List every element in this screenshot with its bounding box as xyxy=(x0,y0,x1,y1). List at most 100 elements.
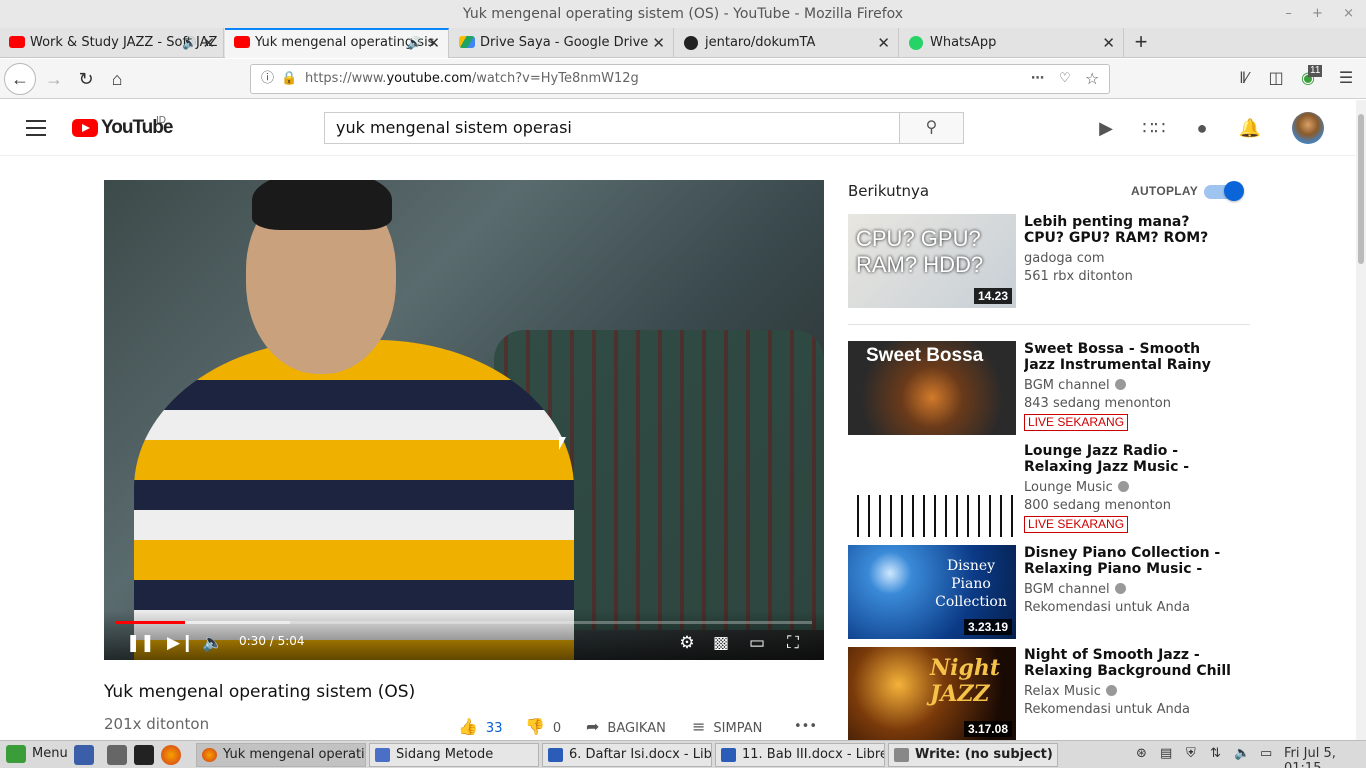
pocket-icon[interactable]: ♡ xyxy=(1059,65,1071,93)
info-icon[interactable]: ⓘ xyxy=(261,65,274,93)
avatar[interactable] xyxy=(1292,112,1324,144)
video-thumbnail[interactable]: JAZZ MUSIC xyxy=(848,443,1016,537)
forward-button[interactable]: → xyxy=(40,65,68,93)
autoplay-toggle[interactable] xyxy=(1204,181,1244,201)
video-progress-bar[interactable] xyxy=(116,621,812,624)
video-thumbnail[interactable]: CPU? GPU? RAM? HDD? 14.23 xyxy=(848,214,1016,308)
search-input[interactable]: yuk mengenal sistem operasi xyxy=(324,112,900,144)
recommended-video[interactable]: CPU? GPU? RAM? HDD? 14.23 Lebih penting … xyxy=(848,214,1250,308)
create-video-icon[interactable]: ▶︎ xyxy=(1094,116,1118,140)
taskbar-item-write[interactable]: Write: (no subject) xyxy=(888,743,1058,767)
video-meta: Rekomendasi untuk Anda xyxy=(1024,600,1190,615)
channel-name[interactable]: Relax Music xyxy=(1024,684,1117,699)
close-tab-icon[interactable]: ✕ xyxy=(202,28,215,58)
channel-label: BGM channel xyxy=(1024,582,1110,597)
channel-name[interactable]: Lounge Music xyxy=(1024,480,1129,495)
tab-whatsapp[interactable]: WhatsApp ✕ xyxy=(900,28,1124,58)
taskbar-item-daftar-isi[interactable]: 6. Daftar Isi.docx - Libr... xyxy=(542,743,712,767)
scrollbar-thumb[interactable] xyxy=(1358,114,1364,264)
back-button[interactable]: ← xyxy=(4,63,36,95)
taskbar-item-sidang-metode[interactable]: Sidang Metode xyxy=(369,743,539,767)
recommended-title[interactable]: Lounge Jazz Radio - Relaxing Jazz Music … xyxy=(1024,443,1234,475)
url-bar[interactable]: ⓘ 🔒 https://www.youtube.com/watch?v=HyTe… xyxy=(250,64,1110,94)
page-actions-icon[interactable]: ⋯ xyxy=(1031,65,1044,93)
bookmark-star-icon[interactable]: ☆ xyxy=(1085,65,1099,93)
recommended-video[interactable]: Night JAZZ 3.17.08 Night of Smooth Jazz … xyxy=(848,647,1250,741)
recommended-title[interactable]: Night of Smooth Jazz - Relaxing Backgrou… xyxy=(1024,647,1234,679)
bluetooth-icon[interactable]: ⊛ xyxy=(1136,746,1147,761)
clock[interactable]: Fri Jul 5, 01:15 xyxy=(1284,746,1366,768)
reload-button[interactable]: ↻ xyxy=(72,65,100,93)
video-thumbnail[interactable]: Sweet Bossa xyxy=(848,341,1016,435)
google-drive-favicon-icon xyxy=(459,36,475,48)
recommended-title[interactable]: Sweet Bossa - Smooth Jazz Instrumental R… xyxy=(1024,341,1234,373)
taskbar-item-firefox[interactable]: Yuk mengenal operati... xyxy=(196,743,366,767)
channel-name[interactable]: BGM channel xyxy=(1024,378,1126,393)
speaker-icon[interactable]: 🔊 xyxy=(407,30,422,56)
like-button[interactable]: 👍 33 xyxy=(458,717,502,739)
thumbnail-text: Sweet Bossa xyxy=(866,345,984,366)
messages-icon[interactable]: ● xyxy=(1190,116,1214,140)
volume-button[interactable]: 🔈 xyxy=(200,632,226,654)
channel-name[interactable]: gadoga com xyxy=(1024,251,1105,266)
maximize-button[interactable]: + xyxy=(1312,6,1323,21)
close-tab-icon[interactable]: ✕ xyxy=(652,28,665,58)
firefox-launcher-icon[interactable] xyxy=(161,745,181,765)
new-tab-button[interactable]: + xyxy=(1128,28,1154,58)
more-actions-button[interactable]: ••• xyxy=(794,717,817,737)
apps-grid-icon[interactable]: ∷∷ xyxy=(1142,116,1166,140)
next-video-button[interactable]: ▶❙ xyxy=(167,632,194,654)
show-desktop-icon[interactable] xyxy=(74,745,94,765)
file-manager-icon[interactable] xyxy=(107,745,127,765)
home-button[interactable]: ⌂ xyxy=(103,65,131,93)
library-icon[interactable]: ‖⁄ xyxy=(1230,65,1258,93)
recommended-title[interactable]: Disney Piano Collection - Relaxing Piano… xyxy=(1024,545,1234,577)
save-button[interactable]: ≡ SIMPAN xyxy=(692,717,762,739)
channel-name[interactable]: BGM channel xyxy=(1024,582,1126,597)
open-menu-icon[interactable]: ☰ xyxy=(1332,65,1360,93)
recommended-video[interactable]: Disney Piano Collection 3.23.19 Disney P… xyxy=(848,545,1250,639)
battery-icon[interactable]: ▭ xyxy=(1260,746,1272,761)
menu-button[interactable]: Menu xyxy=(32,746,68,761)
mint-menu-icon[interactable] xyxy=(6,745,26,763)
window-titlebar: Yuk mengenal operating sistem (OS) - You… xyxy=(0,0,1366,28)
network-icon[interactable]: ⇅ xyxy=(1210,746,1221,761)
fullscreen-button[interactable]: ⛶ xyxy=(780,632,806,654)
sidebar-icon[interactable]: ◫ xyxy=(1262,65,1290,93)
recommended-title[interactable]: Lebih penting mana? CPU? GPU? RAM? ROM? … xyxy=(1024,214,1234,246)
video-thumbnail[interactable]: Disney Piano Collection 3.23.19 xyxy=(848,545,1016,639)
share-button[interactable]: ➦ BAGIKAN xyxy=(586,717,666,739)
volume-icon[interactable]: 🔈 xyxy=(1234,746,1250,761)
recommended-video[interactable]: JAZZ MUSIC Lounge Jazz Radio - Relaxing … xyxy=(848,443,1250,537)
dislike-count: 0 xyxy=(552,721,562,736)
tab-google-drive[interactable]: Drive Saya - Google Drive ✕ xyxy=(450,28,674,58)
tab-github[interactable]: jentaro/dokumTA ✕ xyxy=(675,28,899,58)
miniplayer-button[interactable]: ▩ xyxy=(708,632,734,654)
pause-button[interactable]: ❚❚ xyxy=(126,632,155,654)
settings-gear-icon[interactable]: ⚙ xyxy=(674,632,700,654)
taskbar-item-bab-iii[interactable]: 11. Bab III.docx - Libre... xyxy=(715,743,885,767)
share-arrow-icon: ➦ xyxy=(586,717,600,736)
video-controls: ❚❚ ▶❙ 🔈 0:30 / 5:04 ⚙ ▩ ▭ ⛶ xyxy=(104,610,824,660)
tab-work-study-jazz[interactable]: Work & Study JAZZ - Soft JAZ 🔊 ✕ xyxy=(0,28,224,58)
lock-icon[interactable]: 🔒 xyxy=(281,65,297,93)
page-scrollbar[interactable] xyxy=(1356,100,1366,740)
tab-yuk-mengenal[interactable]: Yuk mengenal operating sis 🔊 ✕ xyxy=(225,28,449,58)
notifications-bell-icon[interactable]: 🔔 xyxy=(1238,116,1262,140)
terminal-icon[interactable] xyxy=(134,745,154,765)
close-window-button[interactable]: × xyxy=(1343,6,1354,21)
speaker-icon[interactable]: 🔊 xyxy=(182,28,197,58)
dislike-button[interactable]: 👎 0 xyxy=(525,717,561,739)
video-thumbnail[interactable]: Night JAZZ 3.17.08 xyxy=(848,647,1016,741)
theater-mode-button[interactable]: ▭ xyxy=(744,632,770,654)
clipboard-icon[interactable]: ▤ xyxy=(1160,746,1172,761)
video-player[interactable]: ❚❚ ▶❙ 🔈 0:30 / 5:04 ⚙ ▩ ▭ ⛶ xyxy=(104,180,824,660)
search-button[interactable]: ⚲ xyxy=(899,112,964,144)
recommended-video[interactable]: Sweet Bossa Sweet Bossa - Smooth Jazz In… xyxy=(848,341,1250,435)
minimize-button[interactable]: – xyxy=(1285,6,1292,21)
guide-menu-icon[interactable] xyxy=(26,120,46,136)
close-tab-icon[interactable]: ✕ xyxy=(877,28,890,58)
close-tab-icon[interactable]: ✕ xyxy=(427,30,440,56)
close-tab-icon[interactable]: ✕ xyxy=(1102,28,1115,58)
shield-icon[interactable]: ⛨ xyxy=(1186,746,1196,761)
